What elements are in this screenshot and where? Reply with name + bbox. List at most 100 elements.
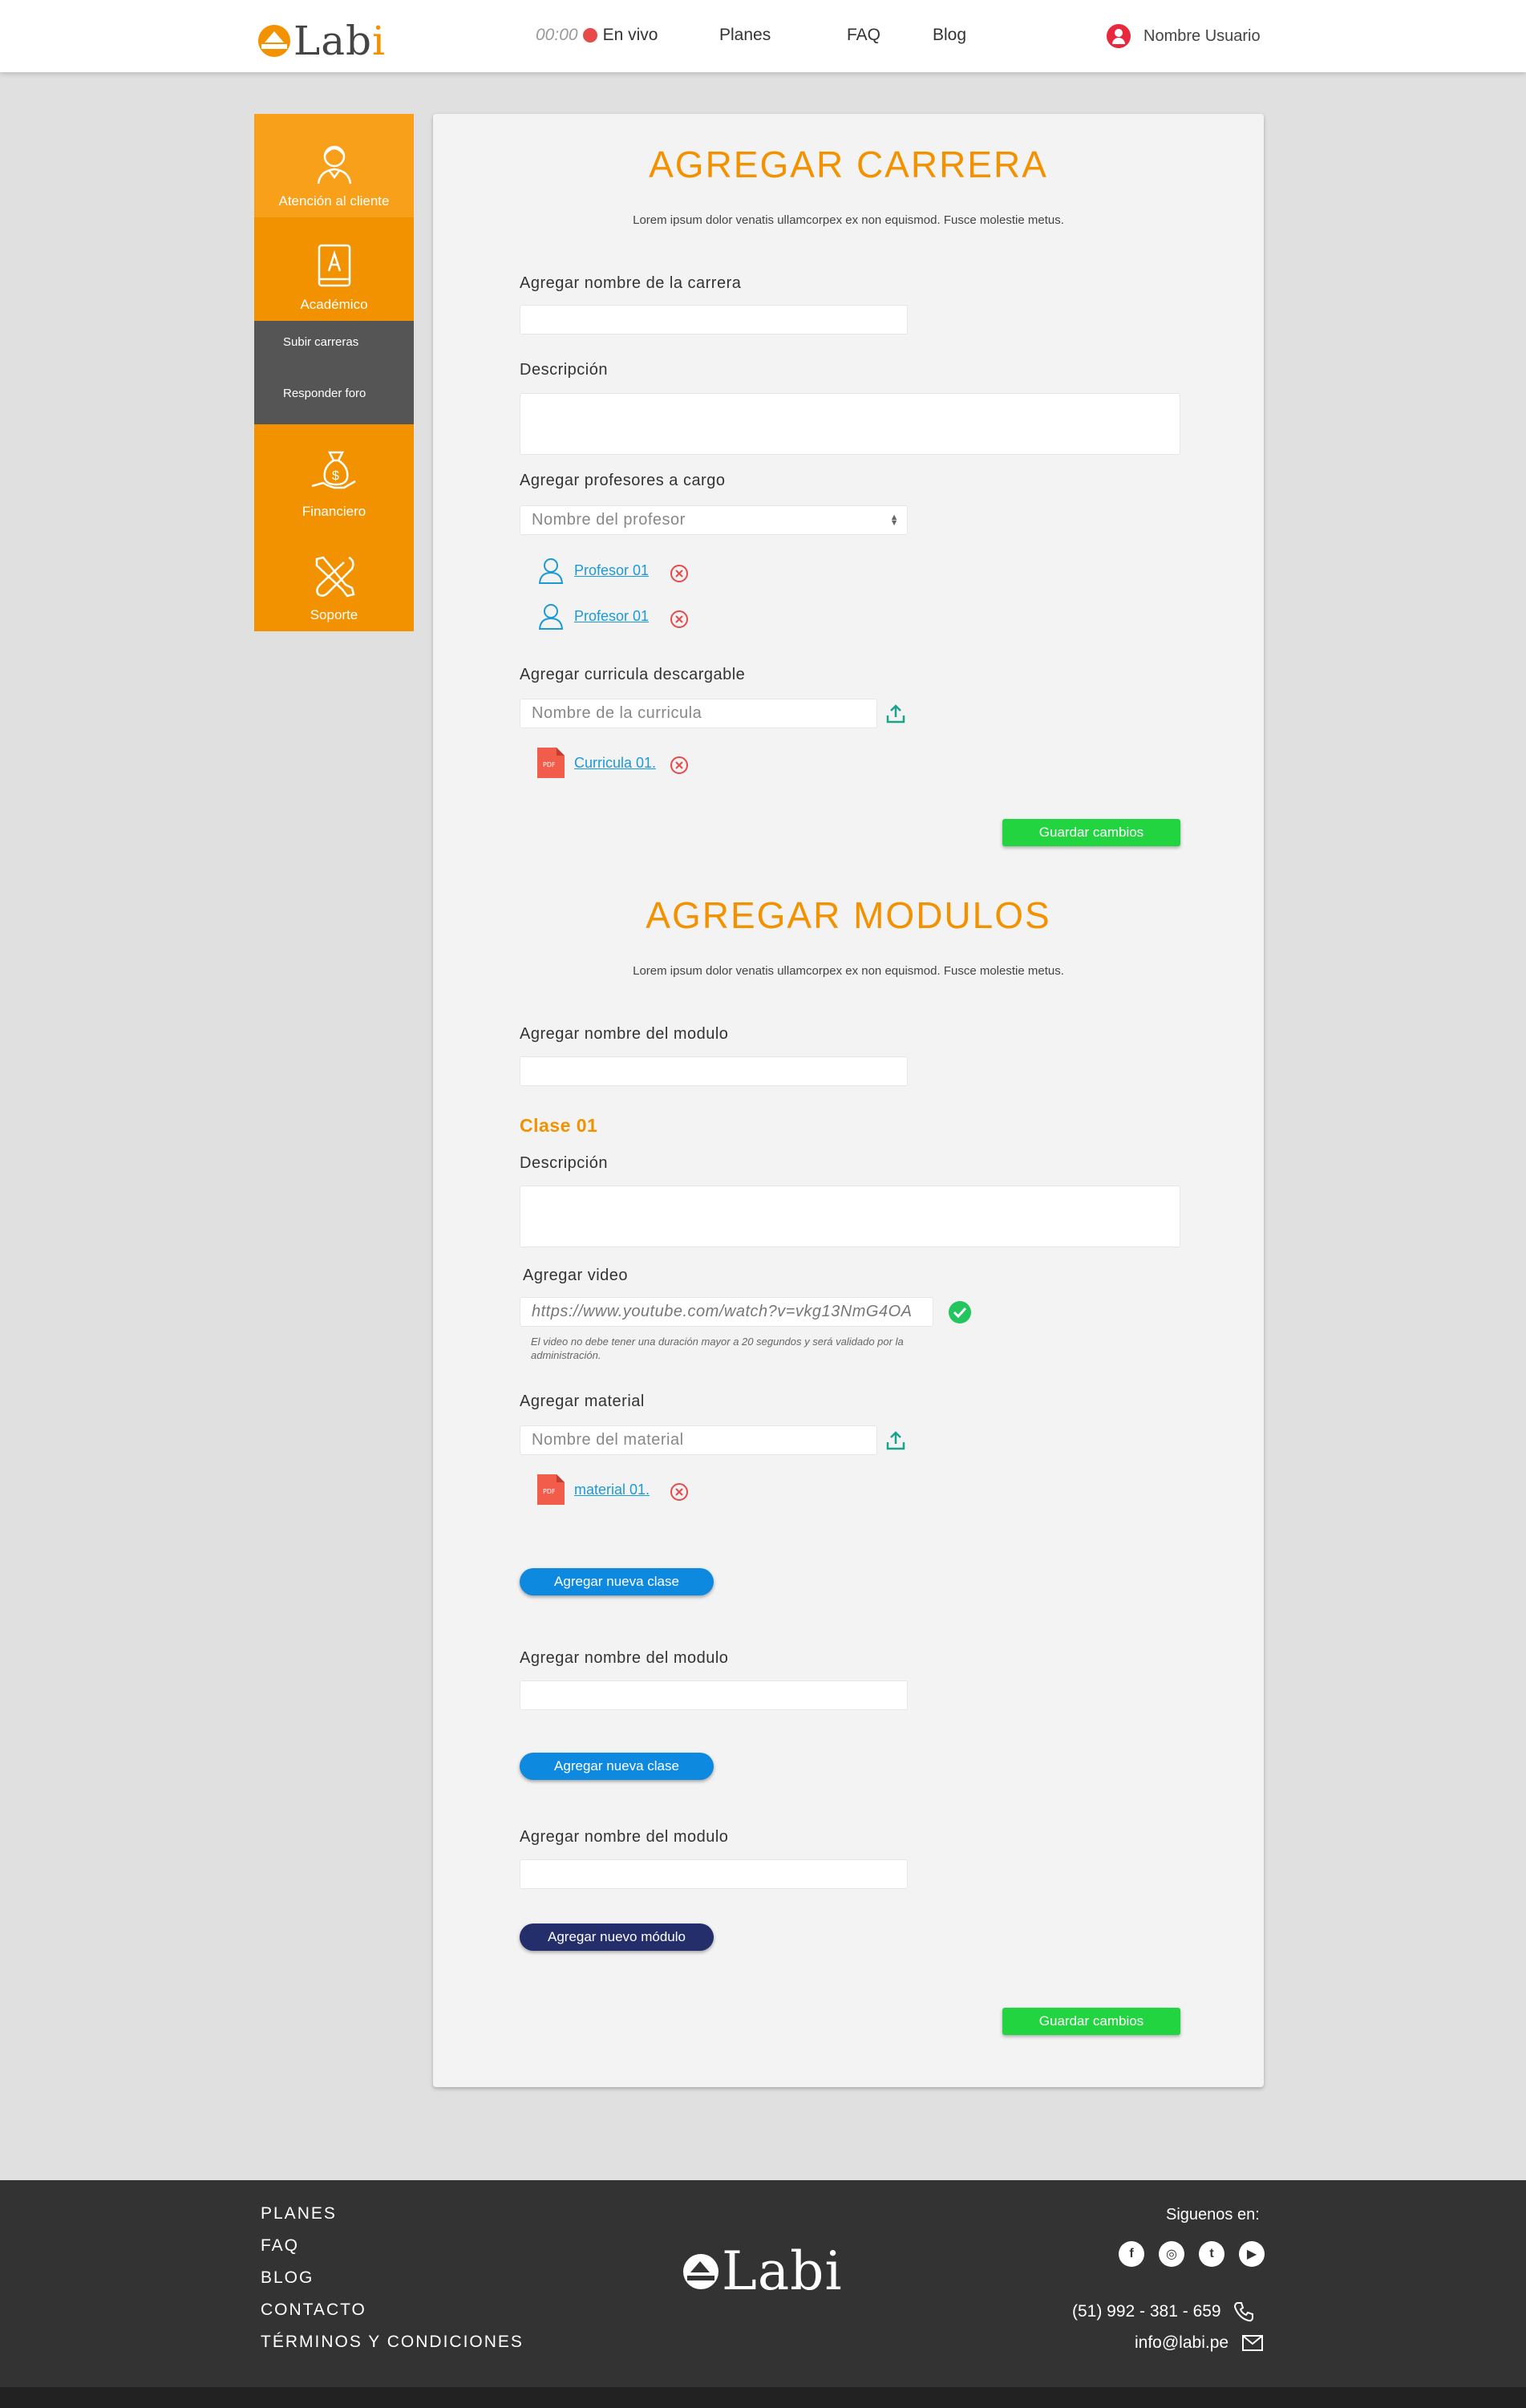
pdf-icon: PDF: [537, 748, 565, 778]
phone-icon: [1233, 2302, 1253, 2322]
carrera-name-input[interactable]: [520, 305, 908, 334]
upload-icon[interactable]: [884, 1429, 907, 1452]
prof-item: Profesor 01: [537, 557, 649, 584]
logo-mark-icon: [683, 2253, 718, 2289]
user-outline-icon: [538, 604, 564, 630]
user-name: Nombre Usuario: [1143, 26, 1261, 45]
sidebar-item-soporte[interactable]: Soporte: [254, 528, 414, 631]
save-carrera-button[interactable]: Guardar cambios: [1002, 819, 1180, 846]
curr-input[interactable]: Nombre de la curricula: [520, 699, 877, 728]
carrera-subtitle: Lorem ipsum dolor venatis ullamcorpex ex…: [633, 213, 1064, 227]
video-label: Agregar video: [523, 1267, 629, 1284]
user-avatar-icon: [1107, 24, 1131, 48]
footer-link-planes[interactable]: PLANES: [261, 2204, 524, 2236]
select-arrows-icon: ▲ ▼: [889, 513, 899, 528]
material-file-link[interactable]: material 01.: [574, 1482, 650, 1498]
logo-text: Labi: [722, 2240, 843, 2302]
live-label: En vivo: [602, 26, 658, 44]
footer-link-blog[interactable]: BLOG: [261, 2268, 524, 2301]
footer-email[interactable]: info@labi.pe: [1135, 2333, 1264, 2353]
social-links: f ◎ t ▶: [1119, 2241, 1279, 2267]
check-icon: [949, 1301, 971, 1324]
agent-icon: [317, 145, 351, 184]
top-header: Labi 00:00 En vivo Planes FAQ Blog Nombr…: [0, 0, 1526, 72]
sidebar-item-academico[interactable]: Académico: [254, 217, 414, 321]
sidebar-submenu: Subir carreras Responder foro: [254, 321, 414, 424]
footer-link-contacto[interactable]: CONTACTO: [261, 2301, 524, 2333]
prof-select-placeholder: Nombre del profesor: [532, 511, 686, 529]
sidebar-subitem-subir-carreras[interactable]: Subir carreras: [254, 335, 414, 387]
sidebar-item-atencion[interactable]: Atención al cliente: [254, 114, 414, 217]
video-input[interactable]: https://www.youtube.com/watch?v=vkg13NmG…: [520, 1297, 933, 1327]
module-name-input[interactable]: [520, 1859, 908, 1889]
svg-text:PDF: PDF: [543, 1488, 556, 1495]
sidebar-item-label: Atención al cliente: [278, 193, 390, 209]
twitter-icon[interactable]: t: [1199, 2241, 1224, 2267]
footer-link-terminos[interactable]: TÉRMINOS Y CONDICIONES: [261, 2333, 524, 2365]
carrera-name-label: Agregar nombre de la carrera: [520, 274, 742, 292]
curr-file-link[interactable]: Curricula 01.: [574, 755, 656, 772]
svg-text:$: $: [332, 469, 339, 483]
footer-phone[interactable]: (51) 992 - 381 - 659: [1072, 2301, 1255, 2323]
footer-link-faq[interactable]: FAQ: [261, 2236, 524, 2268]
module-name-label: Agregar nombre del modulo: [520, 1649, 729, 1667]
module-name-label: Agregar nombre del modulo: [520, 1828, 729, 1846]
prof-link[interactable]: Profesor 01: [574, 608, 649, 625]
curr-label: Agregar curricula descargable: [520, 666, 746, 683]
prof-label: Agregar profesores a cargo: [520, 472, 726, 489]
modulos-subtitle: Lorem ipsum dolor venatis ullamcorpex ex…: [633, 964, 1064, 978]
material-input[interactable]: Nombre del material: [520, 1425, 877, 1455]
upload-icon[interactable]: [884, 703, 907, 725]
sidebar-item-financiero[interactable]: $ Financiero: [254, 424, 414, 528]
instagram-icon[interactable]: ◎: [1159, 2241, 1184, 2267]
module-name-label: Agregar nombre del modulo: [520, 1025, 729, 1043]
nav-faq[interactable]: FAQ: [847, 26, 880, 45]
pdf-icon: PDF: [537, 1474, 565, 1505]
svg-text:PDF: PDF: [543, 761, 556, 768]
add-module-button[interactable]: Agregar nuevo módulo: [520, 1924, 714, 1951]
modulos-title: AGREGAR MODULOS: [646, 894, 1051, 936]
remove-icon[interactable]: [670, 1482, 689, 1502]
live-indicator[interactable]: 00:00 En vivo: [536, 26, 658, 45]
remove-icon[interactable]: [670, 610, 689, 629]
add-class-button[interactable]: Agregar nueva clase: [520, 1568, 714, 1595]
module-name-input[interactable]: [520, 1056, 908, 1086]
material-file-item: PDF material 01.: [536, 1474, 650, 1505]
footer-logo[interactable]: Labi: [683, 2240, 843, 2302]
nav-blog[interactable]: Blog: [933, 26, 966, 45]
carrera-desc-label: Descripción: [520, 361, 608, 379]
live-timer: 00:00: [536, 26, 578, 44]
prof-select[interactable]: Nombre del profesor ▲ ▼: [520, 505, 908, 535]
curr-placeholder: Nombre de la curricula: [532, 704, 702, 722]
save-modulos-button[interactable]: Guardar cambios: [1002, 2008, 1180, 2035]
video-hint: El video no debe tener una duración mayo…: [531, 1336, 904, 1361]
brand-logo[interactable]: Labi: [258, 18, 386, 64]
sidebar: Atención al cliente Académico Subir carr…: [254, 114, 414, 631]
add-class-button[interactable]: Agregar nueva clase: [520, 1753, 714, 1780]
remove-icon[interactable]: [670, 756, 689, 775]
facebook-icon[interactable]: f: [1119, 2241, 1144, 2267]
email-text: info@labi.pe: [1135, 2333, 1229, 2352]
remove-icon[interactable]: [670, 564, 689, 583]
class-desc-label: Descripción: [520, 1154, 608, 1172]
sidebar-item-label: Académico: [300, 297, 368, 312]
phone-text: (51) 992 - 381 - 659: [1072, 2302, 1221, 2321]
footer-links: PLANES FAQ BLOG CONTACTO TÉRMINOS Y COND…: [261, 2204, 524, 2365]
sidebar-item-label: Soporte: [310, 607, 358, 622]
money-bag-icon: $: [311, 451, 356, 489]
module-name-input[interactable]: [520, 1680, 908, 1710]
class-desc-textarea[interactable]: [520, 1186, 1180, 1247]
book-icon: [318, 244, 350, 287]
material-label: Agregar material: [520, 1393, 645, 1410]
user-outline-icon: [538, 558, 564, 584]
youtube-icon[interactable]: ▶: [1239, 2241, 1265, 2267]
carrera-title: AGREGAR CARRERA: [649, 144, 1048, 185]
carrera-desc-textarea[interactable]: [520, 393, 1180, 455]
nav-planes[interactable]: Planes: [719, 26, 771, 45]
material-placeholder: Nombre del material: [532, 1431, 684, 1449]
prof-item: Profesor 01: [537, 602, 649, 630]
logo-text: Labi: [293, 18, 387, 64]
prof-link[interactable]: Profesor 01: [574, 562, 649, 579]
user-menu[interactable]: Nombre Usuario: [1107, 24, 1261, 48]
main-panel: AGREGAR CARRERA Lorem ipsum dolor venati…: [433, 114, 1264, 2087]
